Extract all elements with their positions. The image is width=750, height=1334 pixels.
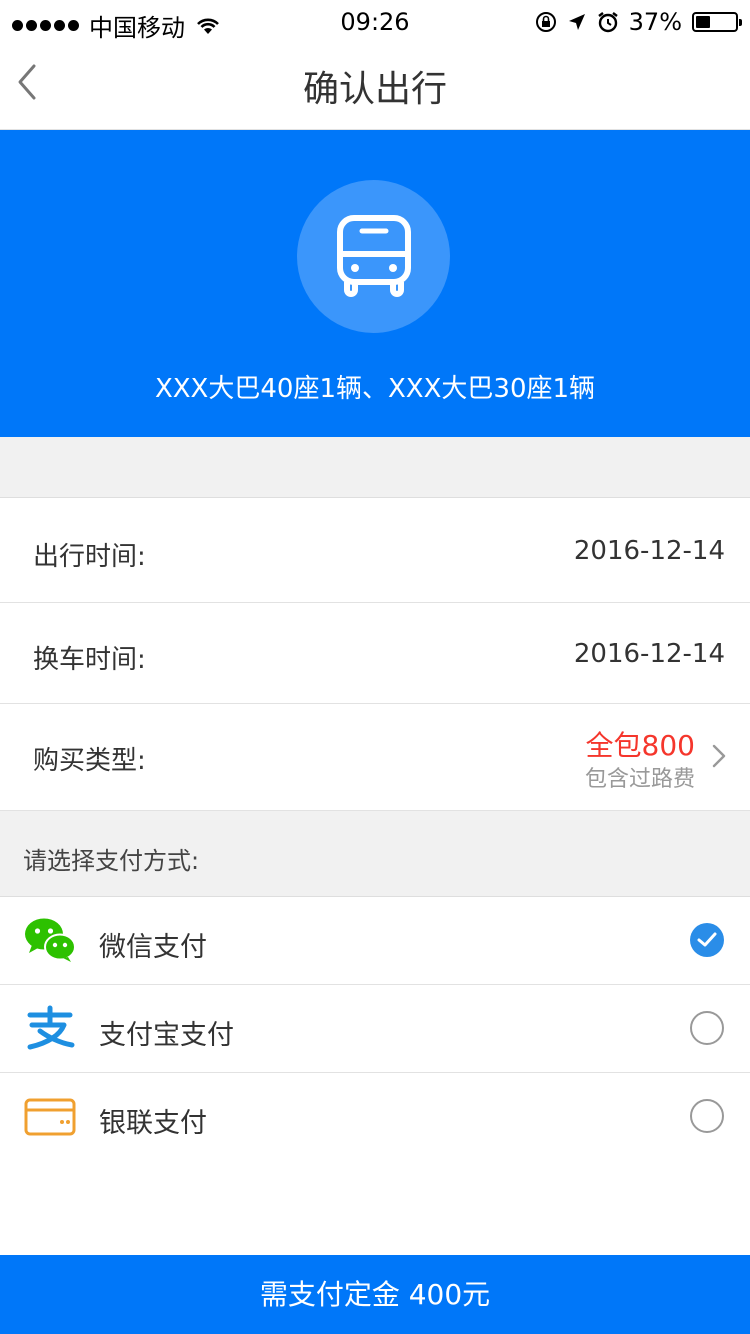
purchase-price: 全包800 [585,729,695,762]
departure-value: 2016-12-14 [573,536,725,566]
unionpay-card-icon [24,1098,76,1136]
return-value: 2016-12-14 [573,639,725,669]
alipay-icon [27,1005,75,1050]
chevron-right-icon [712,744,726,768]
purchase-note: 包含过路费 [584,767,695,792]
payment-option-wechat[interactable]: 微信支付 [0,897,750,985]
battery-percent: 37% [628,8,682,36]
alarm-icon [597,12,618,33]
trip-hero: XXX大巴40座1辆、XXX大巴30座1辆 [0,130,750,437]
payment-label-alipay: 支付宝支付 [99,1020,234,1051]
page-title: 确认出行 [302,69,447,110]
return-label: 换车时间: [33,645,146,675]
bus-icon-circle [297,180,450,333]
battery-icon [692,12,742,32]
payment-option-alipay[interactable]: 支付宝支付 [0,985,750,1073]
return-row: 换车时间: 2016-12-14 [0,603,750,704]
payment-header-label: 请选择支付方式: [23,847,200,875]
location-icon [568,14,585,30]
purchase-type-row[interactable]: 购买类型: 全包800 包含过路费 [0,704,750,811]
section-divider [0,437,750,498]
radio-unionpay[interactable] [690,1099,724,1133]
wechat-icon [25,918,76,962]
bus-icon [337,215,411,297]
payment-label-wechat: 微信支付 [99,932,207,963]
status-bar: 中国移动 09:26 37% [0,0,750,44]
nav-bar: 确认出行 [0,44,750,130]
departure-row: 出行时间: 2016-12-14 [0,498,750,603]
payment-option-unionpay[interactable]: 银联支付 [0,1073,750,1161]
rotation-lock-icon [535,12,556,32]
battery-fill [696,16,710,28]
radio-wechat[interactable] [690,923,724,957]
payment-section-header: 请选择支付方式: [0,811,750,897]
checkmark-icon [697,932,717,947]
radio-alipay[interactable] [690,1011,724,1045]
payment-label-unionpay: 银联支付 [99,1108,207,1139]
purchase-type-label: 购买类型: [33,746,146,776]
vehicle-summary: XXX大巴40座1辆、XXX大巴30座1辆 [154,374,596,404]
departure-label: 出行时间: [33,542,146,572]
status-right: 37% [535,8,742,36]
pay-deposit-button[interactable]: 需支付定金 400元 [0,1255,750,1334]
